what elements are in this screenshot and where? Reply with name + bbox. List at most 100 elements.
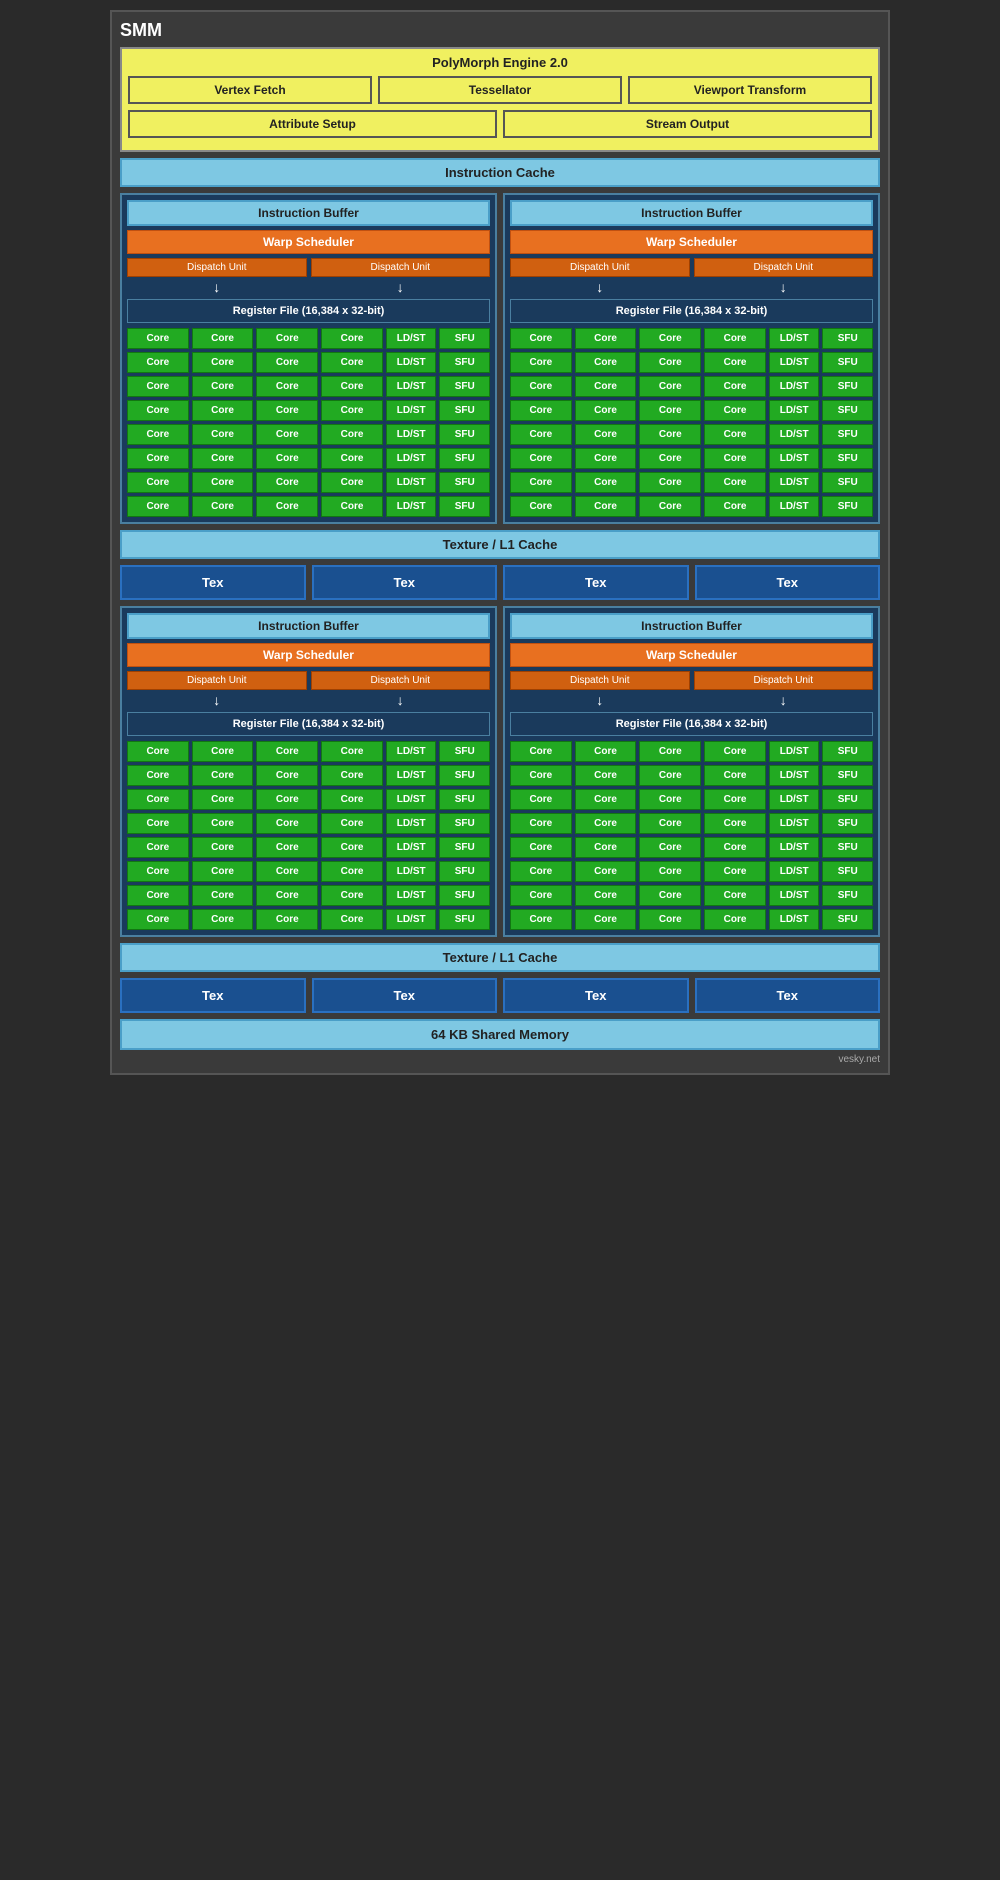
polymorph-row2: Attribute Setup Stream Output — [128, 110, 872, 138]
core-cell: Core — [704, 376, 766, 397]
sm-section-bottom: Instruction Buffer Warp Scheduler Dispat… — [120, 606, 880, 937]
core-row-2-5: Core Core Core Core LD/ST SFU — [510, 424, 873, 445]
core-cell: Core — [127, 765, 189, 786]
core-row-3-5: Core Core Core Core LD/ST SFU — [127, 837, 490, 858]
core-cell: Core — [127, 861, 189, 882]
core-cell: Core — [510, 376, 572, 397]
core-cell: Core — [127, 909, 189, 930]
core-cell: Core — [192, 765, 254, 786]
sfu-cell: SFU — [822, 352, 873, 373]
ldst-cell: LD/ST — [386, 424, 437, 445]
core-cell: Core — [256, 837, 318, 858]
texture-cache-top: Texture / L1 Cache — [120, 530, 880, 559]
core-cell: Core — [639, 376, 701, 397]
arrow-2a: ↓ — [510, 279, 690, 295]
core-cell: Core — [321, 789, 383, 810]
core-cell: Core — [510, 472, 572, 493]
ldst-cell: LD/ST — [386, 813, 437, 834]
ldst-cell: LD/ST — [386, 789, 437, 810]
core-row-2-2: Core Core Core Core LD/ST SFU — [510, 352, 873, 373]
core-cell: Core — [704, 813, 766, 834]
vertex-fetch: Vertex Fetch — [128, 76, 372, 104]
core-cell: Core — [256, 400, 318, 421]
core-cell: Core — [639, 400, 701, 421]
core-cell: Core — [321, 765, 383, 786]
core-grid-4: Core Core Core Core LD/ST SFU Core Core … — [510, 741, 873, 930]
arrow-row-2: ↓ ↓ — [510, 279, 873, 295]
core-row-1-6: Core Core Core Core LD/ST SFU — [127, 448, 490, 469]
tex-block-1: Tex — [120, 565, 306, 600]
arrow-1a: ↓ — [127, 279, 307, 295]
core-cell: Core — [192, 813, 254, 834]
core-cell: Core — [510, 837, 572, 858]
core-cell: Core — [127, 789, 189, 810]
core-cell: Core — [192, 741, 254, 762]
tex-block-4: Tex — [695, 565, 881, 600]
instruction-buffer-1: Instruction Buffer — [127, 200, 490, 226]
core-cell: Core — [704, 448, 766, 469]
core-cell: Core — [321, 837, 383, 858]
core-cell: Core — [321, 861, 383, 882]
ldst-cell: LD/ST — [386, 837, 437, 858]
core-cell: Core — [575, 424, 637, 445]
dispatch-unit-2a: Dispatch Unit — [510, 258, 690, 277]
tex-block-3: Tex — [503, 565, 689, 600]
core-cell: Core — [256, 496, 318, 517]
sfu-cell: SFU — [822, 328, 873, 349]
core-cell: Core — [639, 813, 701, 834]
ldst-cell: LD/ST — [386, 352, 437, 373]
core-cell: Core — [704, 837, 766, 858]
dispatch-unit-1b: Dispatch Unit — [311, 258, 491, 277]
core-row-1-8: Core Core Core Core LD/ST SFU — [127, 496, 490, 517]
core-cell: Core — [192, 472, 254, 493]
tex-block-5: Tex — [120, 978, 306, 1013]
polymorph-title: PolyMorph Engine 2.0 — [128, 55, 872, 70]
core-cell: Core — [192, 448, 254, 469]
sfu-cell: SFU — [439, 909, 490, 930]
core-cell: Core — [575, 861, 637, 882]
core-cell: Core — [321, 448, 383, 469]
core-cell: Core — [192, 861, 254, 882]
register-file-3: Register File (16,384 x 32-bit) — [127, 712, 490, 736]
ldst-cell: LD/ST — [386, 885, 437, 906]
core-cell: Core — [575, 789, 637, 810]
core-grid-1: Core Core Core Core LD/ST SFU Core Core … — [127, 328, 490, 517]
core-cell: Core — [321, 496, 383, 517]
core-row-2-1: Core Core Core Core LD/ST SFU — [510, 328, 873, 349]
arrow-3b: ↓ — [311, 692, 491, 708]
core-cell: Core — [510, 328, 572, 349]
core-cell: Core — [704, 909, 766, 930]
core-row-2-8: Core Core Core Core LD/ST SFU — [510, 496, 873, 517]
core-cell: Core — [192, 328, 254, 349]
dispatch-unit-4a: Dispatch Unit — [510, 671, 690, 690]
dispatch-unit-4b: Dispatch Unit — [694, 671, 874, 690]
tex-block-7: Tex — [503, 978, 689, 1013]
ldst-cell: LD/ST — [769, 741, 820, 762]
core-cell: Core — [704, 400, 766, 421]
arrow-2b: ↓ — [694, 279, 874, 295]
ldst-cell: LD/ST — [386, 741, 437, 762]
sfu-cell: SFU — [439, 328, 490, 349]
ldst-cell: LD/ST — [769, 472, 820, 493]
core-cell: Core — [510, 765, 572, 786]
ldst-cell: LD/ST — [386, 328, 437, 349]
core-cell: Core — [192, 885, 254, 906]
core-cell: Core — [321, 472, 383, 493]
sfu-cell: SFU — [822, 496, 873, 517]
sfu-cell: SFU — [439, 885, 490, 906]
sfu-cell: SFU — [439, 472, 490, 493]
core-row-1-7: Core Core Core Core LD/ST SFU — [127, 472, 490, 493]
sfu-cell: SFU — [822, 741, 873, 762]
viewport-transform: Viewport Transform — [628, 76, 872, 104]
core-cell: Core — [575, 328, 637, 349]
sm-section-top: Instruction Buffer Warp Scheduler Dispat… — [120, 193, 880, 524]
core-cell: Core — [256, 765, 318, 786]
core-cell: Core — [256, 909, 318, 930]
core-cell: Core — [256, 472, 318, 493]
core-cell: Core — [321, 328, 383, 349]
attribute-setup: Attribute Setup — [128, 110, 497, 138]
core-row-2-7: Core Core Core Core LD/ST SFU — [510, 472, 873, 493]
texture-cache-bottom: Texture / L1 Cache — [120, 943, 880, 972]
arrow-row-1: ↓ ↓ — [127, 279, 490, 295]
core-cell: Core — [704, 789, 766, 810]
